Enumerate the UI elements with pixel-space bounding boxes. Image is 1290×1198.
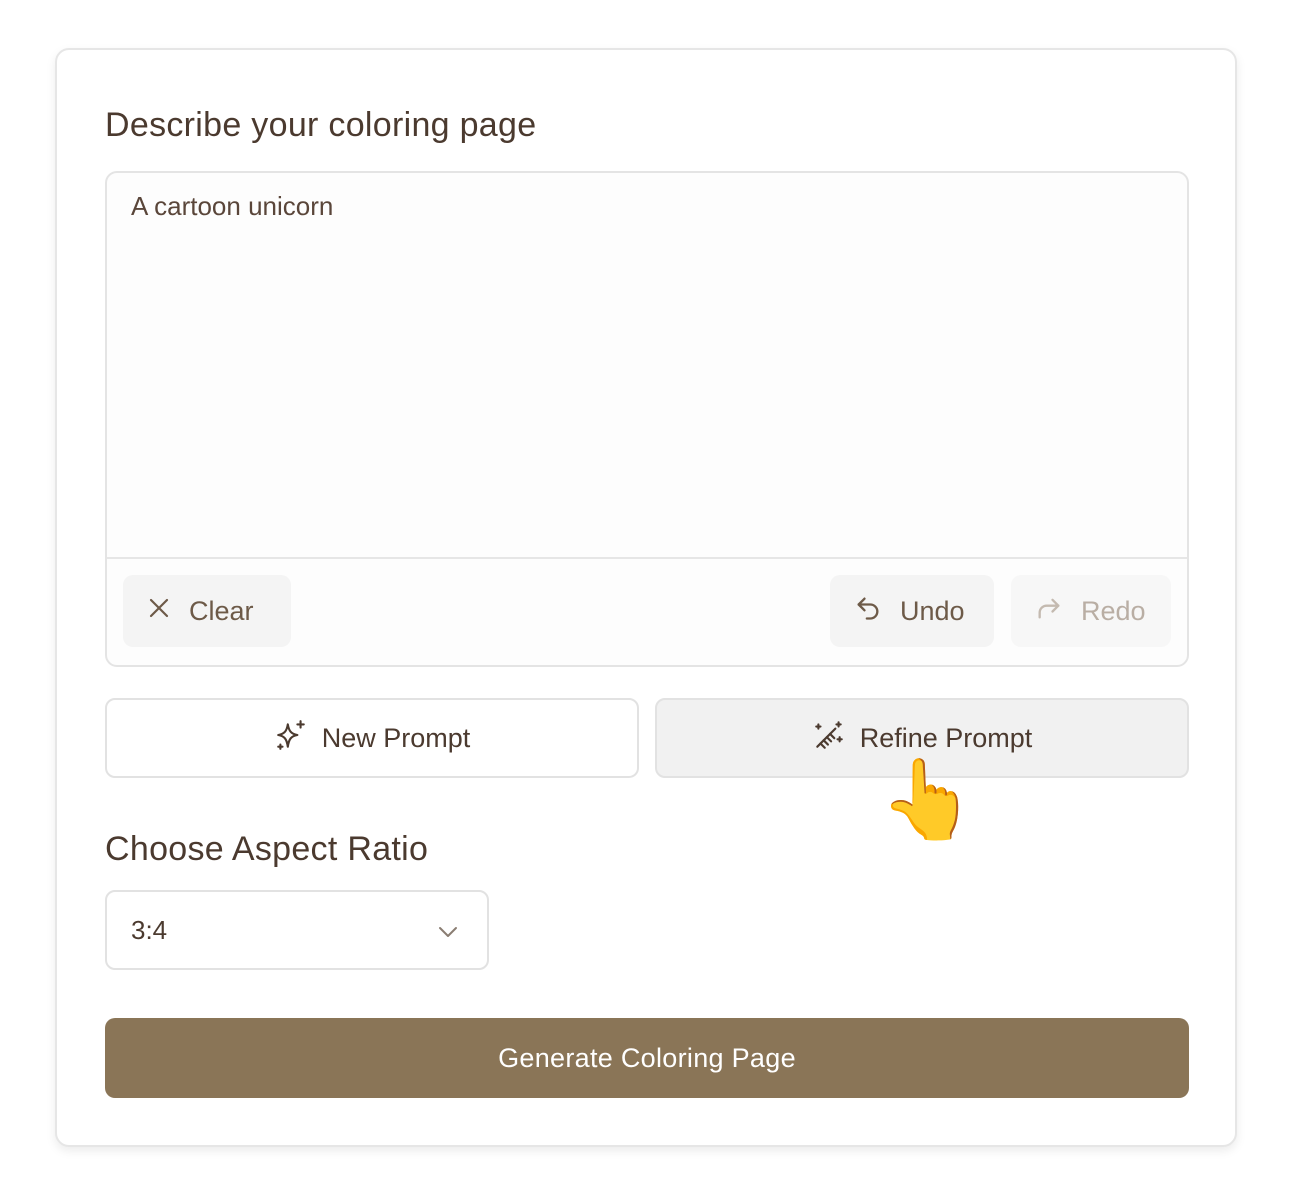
prompt-textarea[interactable]: A cartoon unicorn [131,191,1163,222]
magic-wand-icon [812,718,846,759]
aspect-ratio-value: 3:4 [131,914,168,945]
chevron-down-icon [437,915,459,946]
prompt-heading: Describe your coloring page [105,106,537,144]
clear-label: Clear [189,595,254,626]
prompt-editor[interactable]: A cartoon unicorn Clear Undo Redo [105,171,1189,667]
aspect-ratio-heading: Choose Aspect Ratio [105,830,429,868]
undo-label: Undo [900,595,965,626]
sparkles-icon [274,718,308,759]
pointing-hand-cursor-icon: 👆 [879,755,977,843]
editor-toolbar: Clear Undo Redo [107,557,1187,665]
clear-button[interactable]: Clear [123,575,291,647]
x-icon [147,596,171,627]
undo-button[interactable]: Undo [830,575,994,647]
generate-coloring-page-button[interactable]: Generate Coloring Page [105,1018,1189,1098]
coloring-page-form: Describe your coloring page A cartoon un… [55,48,1237,1147]
undo-icon [854,594,882,629]
redo-icon [1035,594,1063,629]
redo-label: Redo [1081,595,1146,626]
new-prompt-label: New Prompt [321,722,471,753]
refine-prompt-label: Refine Prompt [859,722,1033,753]
redo-button[interactable]: Redo [1011,575,1171,647]
new-prompt-button[interactable]: New Prompt [105,698,639,778]
aspect-ratio-select[interactable]: 3:4 [105,890,489,970]
